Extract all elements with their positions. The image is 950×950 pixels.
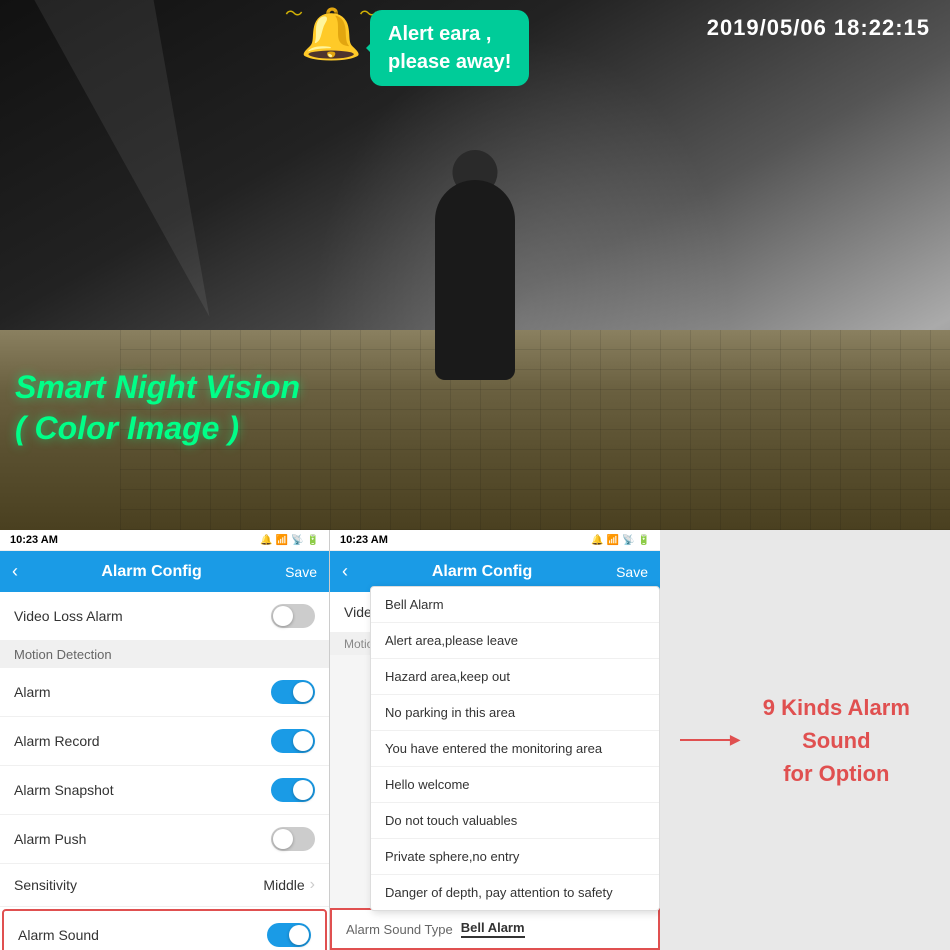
alert-text-line1: Alert eara , xyxy=(388,23,491,45)
dropdown-item-bell[interactable]: Bell Alarm xyxy=(371,587,659,623)
camera-section: 〜 🔔 〜 Alert eara , please away! 2019/05/… xyxy=(0,0,950,530)
dropdown-item-danger[interactable]: Danger of depth, pay attention to safety xyxy=(371,875,659,910)
vibration-left-icon: 〜 xyxy=(285,0,303,26)
alarm-snapshot-toggle[interactable] xyxy=(271,778,315,802)
alarm-label: Alarm xyxy=(14,684,51,700)
chevron-right-icon: › xyxy=(310,876,315,894)
alarm-sound-type-bottom-value: Bell Alarm xyxy=(461,920,525,938)
person-body xyxy=(435,180,515,380)
annotation-section: ▶ 9 Kinds Alarm Sound for Option xyxy=(660,530,950,950)
bell-container: 〜 🔔 〜 xyxy=(300,5,362,64)
night-vision-line2: ( Color Image ) xyxy=(15,408,300,450)
annotation-arrow: ▶ xyxy=(680,739,731,741)
alarm-icon-2: 🔔 xyxy=(591,535,603,546)
alarm-sound-dropdown[interactable]: Bell Alarm Alert area,please leave Hazar… xyxy=(370,586,660,911)
video-loss-row: Video Loss Alarm xyxy=(0,592,329,641)
header-title-1: Alarm Config xyxy=(18,563,285,581)
alarm-record-label: Alarm Record xyxy=(14,733,100,749)
bottom-section: 10:23 AM 🔔 📶 📡 🔋 ‹ Alarm Config Save Vid… xyxy=(0,530,950,950)
alarm-sound-type-bottom-label: Alarm Sound Type xyxy=(346,922,453,937)
sensitivity-row[interactable]: Sensitivity Middle › xyxy=(0,864,329,907)
wifi-icon-2: 📡 xyxy=(622,535,634,546)
settings-list-1: Video Loss Alarm Motion Detection Alarm … xyxy=(0,592,329,950)
signal-icon-2: 📶 xyxy=(607,535,619,546)
alarm-icon: 🔔 xyxy=(260,535,272,546)
status-time-2: 10:23 AM xyxy=(340,534,388,546)
alarm-push-toggle[interactable] xyxy=(271,827,315,851)
phone-header-1: ‹ Alarm Config Save xyxy=(0,551,329,592)
alert-bubble: Alert eara , please away! xyxy=(370,10,529,86)
alarm-record-row: Alarm Record xyxy=(0,717,329,766)
dropdown-item-alert[interactable]: Alert area,please leave xyxy=(371,623,659,659)
video-loss-label: Video Loss Alarm xyxy=(14,608,123,624)
alarm-push-row: Alarm Push xyxy=(0,815,329,864)
bell-icon: 🔔 xyxy=(300,5,362,64)
annotation-text: 9 Kinds Alarm Sound for Option xyxy=(743,691,930,790)
header-title-2: Alarm Config xyxy=(348,563,616,581)
dropdown-item-parking[interactable]: No parking in this area xyxy=(371,695,659,731)
night-vision-line1: Smart Night Vision xyxy=(15,367,300,409)
arrow-head-icon: ▶ xyxy=(730,731,741,748)
alarm-sound-row: Alarm Sound xyxy=(2,909,327,950)
person-silhouette xyxy=(435,180,515,380)
annotation-with-arrow: ▶ 9 Kinds Alarm Sound for Option xyxy=(680,691,930,790)
sensitivity-text: Middle xyxy=(263,877,304,893)
sensitivity-label: Sensitivity xyxy=(14,877,77,893)
alarm-record-toggle[interactable] xyxy=(271,729,315,753)
motion-detection-header: Motion Detection xyxy=(0,641,329,668)
dropdown-item-valuables[interactable]: Do not touch valuables xyxy=(371,803,659,839)
dropdown-item-monitoring[interactable]: You have entered the monitoring area xyxy=(371,731,659,767)
phone-screen-2: 10:23 AM 🔔 📶 📡 🔋 ‹ Alarm Config Save Vid… xyxy=(330,530,660,950)
alarm-row: Alarm xyxy=(0,668,329,717)
alarm-snapshot-row: Alarm Snapshot xyxy=(0,766,329,815)
alarm-push-label: Alarm Push xyxy=(14,831,86,847)
phone-screen-1: 10:23 AM 🔔 📶 📡 🔋 ‹ Alarm Config Save Vid… xyxy=(0,530,330,950)
status-icons-2: 🔔 📶 📡 🔋 xyxy=(591,535,650,546)
alarm-snapshot-label: Alarm Snapshot xyxy=(14,782,114,798)
alert-text-line2: please away! xyxy=(388,51,511,73)
timestamp: 2019/05/06 18:22:15 xyxy=(707,15,930,41)
status-time-1: 10:23 AM xyxy=(10,534,58,546)
night-vision-text: Smart Night Vision ( Color Image ) xyxy=(15,367,300,450)
status-bar-2: 10:23 AM 🔔 📶 📡 🔋 xyxy=(330,530,660,551)
battery-icon: 🔋 xyxy=(307,535,319,546)
alarm-sound-label: Alarm Sound xyxy=(18,927,99,943)
annotation-line2: for Option xyxy=(743,757,930,790)
alarm-sound-type-bottom-row[interactable]: Alarm Sound Type Bell Alarm xyxy=(330,908,660,950)
signal-icon: 📶 xyxy=(276,535,288,546)
video-loss-toggle[interactable] xyxy=(271,604,315,628)
wifi-icon: 📡 xyxy=(291,535,303,546)
annotation-line1: 9 Kinds Alarm Sound xyxy=(743,691,930,757)
save-button-1[interactable]: Save xyxy=(285,564,317,580)
dropdown-item-hazard[interactable]: Hazard area,keep out xyxy=(371,659,659,695)
save-button-2[interactable]: Save xyxy=(616,564,648,580)
alarm-toggle[interactable] xyxy=(271,680,315,704)
dropdown-item-private[interactable]: Private sphere,no entry xyxy=(371,839,659,875)
status-bar-1: 10:23 AM 🔔 📶 📡 🔋 xyxy=(0,530,329,551)
sensitivity-value: Middle › xyxy=(263,876,315,894)
dropdown-item-welcome[interactable]: Hello welcome xyxy=(371,767,659,803)
battery-icon-2: 🔋 xyxy=(638,535,650,546)
alarm-sound-toggle[interactable] xyxy=(267,923,311,947)
status-icons-1: 🔔 📶 📡 🔋 xyxy=(260,535,319,546)
